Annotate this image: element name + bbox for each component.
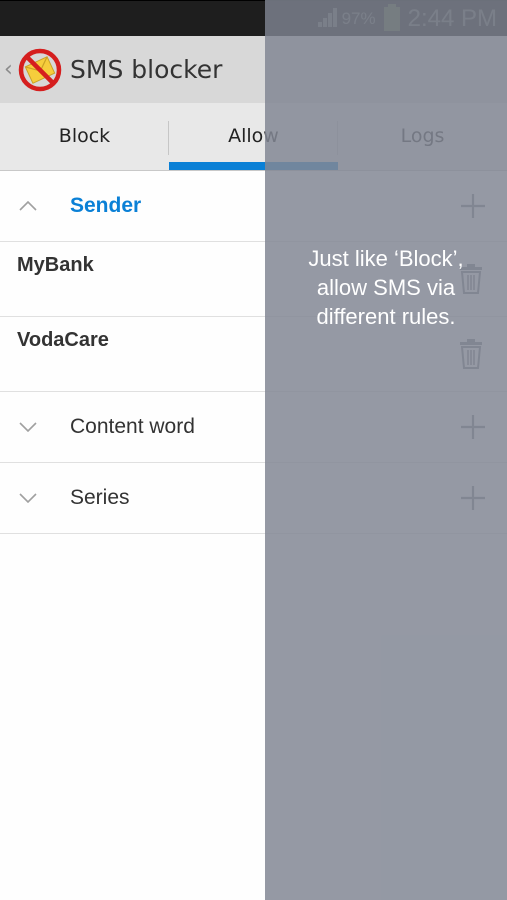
tutorial-line: different rules. — [316, 304, 456, 329]
tutorial-overlay[interactable]: Just like ‘Block’, allow SMS via differe… — [265, 0, 507, 900]
tutorial-text: Just like ‘Block’, allow SMS via differe… — [265, 244, 507, 331]
chevron-down-icon[interactable] — [0, 422, 70, 432]
no-sms-envelope-icon[interactable] — [17, 47, 63, 93]
sender-name: MyBank — [17, 254, 94, 276]
group-label: Content word — [70, 415, 195, 438]
chevron-down-icon[interactable] — [0, 493, 70, 503]
tutorial-line: Just like ‘Block’, — [308, 246, 464, 271]
back-caret-icon[interactable]: ‹ — [4, 57, 16, 82]
tab-label: Block — [58, 124, 111, 147]
tab-block[interactable]: Block — [0, 103, 169, 170]
group-label: Sender — [70, 194, 142, 217]
chevron-up-icon[interactable] — [0, 201, 70, 211]
group-label: Series — [70, 486, 130, 509]
tutorial-line: allow SMS via — [316, 275, 456, 300]
app-title: SMS blocker — [70, 55, 223, 84]
sender-name: VodaCare — [17, 329, 109, 351]
overlay-status-shade — [265, 0, 507, 36]
